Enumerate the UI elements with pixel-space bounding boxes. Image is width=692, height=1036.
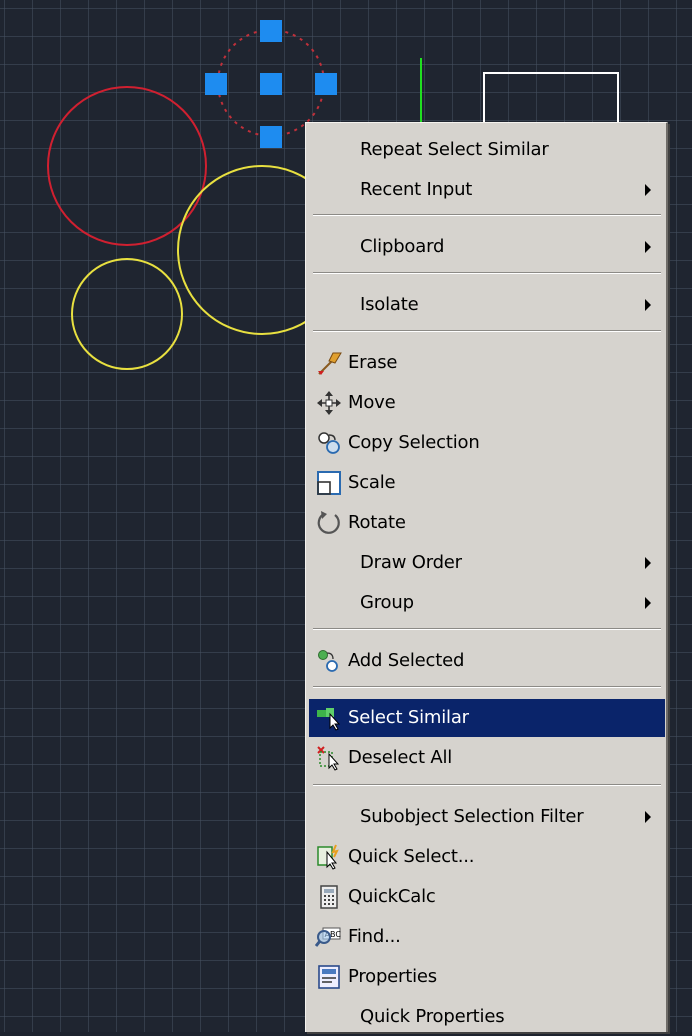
menu-item-rotate[interactable]: Rotate (309, 504, 665, 542)
grip-bottom[interactable] (260, 126, 282, 148)
find-icon: ABC (315, 927, 341, 947)
menu-item-label: Repeat Select Similar (360, 139, 549, 160)
menu-item-deselect-all[interactable]: Deselect All (309, 739, 665, 777)
yellow-circle-small[interactable] (71, 258, 183, 370)
menu-item-label: Deselect All (348, 747, 453, 768)
menu-separator (313, 686, 661, 688)
menu-separator (313, 330, 661, 332)
submenu-arrow-icon (645, 241, 651, 253)
white-rectangle[interactable] (483, 72, 619, 124)
menu-separator (313, 272, 661, 274)
submenu-arrow-icon (645, 811, 651, 823)
quick-select-icon (317, 844, 339, 870)
calculator-icon (320, 885, 338, 909)
menu-item-subobject-selection-filter[interactable]: Subobject Selection Filter (309, 798, 665, 836)
grip-center[interactable] (260, 73, 282, 95)
menu-item-erase[interactable]: Erase (309, 344, 665, 382)
menu-item-label: Subobject Selection Filter (360, 806, 584, 827)
submenu-arrow-icon (645, 557, 651, 569)
menu-item-label: Copy Selection (348, 432, 480, 453)
submenu-arrow-icon (645, 184, 651, 196)
add-selected-icon (318, 650, 338, 672)
move-icon (317, 391, 341, 415)
submenu-arrow-icon (645, 597, 651, 609)
menu-separator (313, 784, 661, 786)
menu-item-add-selected[interactable]: Add Selected (309, 642, 665, 680)
grip-right[interactable] (315, 73, 337, 95)
menu-item-label: Add Selected (348, 650, 465, 671)
menu-item-label: Isolate (360, 294, 419, 315)
menu-item-select-similar[interactable]: Select Similar (309, 699, 665, 737)
menu-item-label: Move (348, 392, 396, 413)
menu-item-label: Quick Select... (348, 846, 475, 867)
menu-item-clipboard[interactable]: Clipboard (309, 228, 665, 266)
menu-item-label: Quick Properties (360, 1006, 505, 1027)
menu-item-label: Properties (348, 966, 437, 987)
menu-item-label: Group (360, 592, 414, 613)
menu-item-move[interactable]: Move (309, 384, 665, 422)
menu-item-group[interactable]: Group (309, 584, 665, 622)
menu-item-quickcalc[interactable]: QuickCalc (309, 878, 665, 916)
menu-item-label: Erase (348, 352, 398, 373)
menu-item-label: Recent Input (360, 179, 473, 200)
menu-item-label: Find... (348, 926, 401, 947)
submenu-arrow-icon (645, 299, 651, 311)
menu-item-label: Clipboard (360, 236, 445, 257)
menu-item-label: QuickCalc (348, 886, 436, 907)
select-similar-icon (317, 708, 341, 731)
menu-item-label: Draw Order (360, 552, 462, 573)
menu-item-repeat-select-similar[interactable]: Repeat Select Similar (309, 131, 665, 169)
menu-item-label: Select Similar (348, 707, 469, 728)
menu-item-recent-input[interactable]: Recent Input (309, 171, 665, 209)
properties-icon (318, 965, 340, 989)
context-menu: Repeat Select Similar Recent Input Clipb… (305, 122, 668, 1032)
deselect-all-icon (317, 746, 340, 771)
menu-item-find[interactable]: ABC Find... (309, 918, 665, 956)
grip-left[interactable] (205, 73, 227, 95)
menu-item-label: Rotate (348, 512, 406, 533)
rotate-icon (317, 511, 340, 534)
copy-selection-icon (318, 432, 340, 454)
menu-item-properties[interactable]: Properties (309, 958, 665, 996)
menu-item-copy-selection[interactable]: Copy Selection (309, 424, 665, 462)
menu-item-label: Scale (348, 472, 396, 493)
menu-item-quick-properties[interactable]: Quick Properties (309, 998, 665, 1036)
menu-item-scale[interactable]: Scale (309, 464, 665, 502)
menu-item-draw-order[interactable]: Draw Order (309, 544, 665, 582)
menu-item-isolate[interactable]: Isolate (309, 286, 665, 324)
grip-top[interactable] (260, 20, 282, 42)
menu-separator (313, 628, 661, 630)
scale-icon (317, 471, 341, 495)
menu-item-quick-select[interactable]: Quick Select... (309, 838, 665, 876)
menu-separator (313, 214, 661, 216)
eraser-icon (318, 352, 342, 375)
